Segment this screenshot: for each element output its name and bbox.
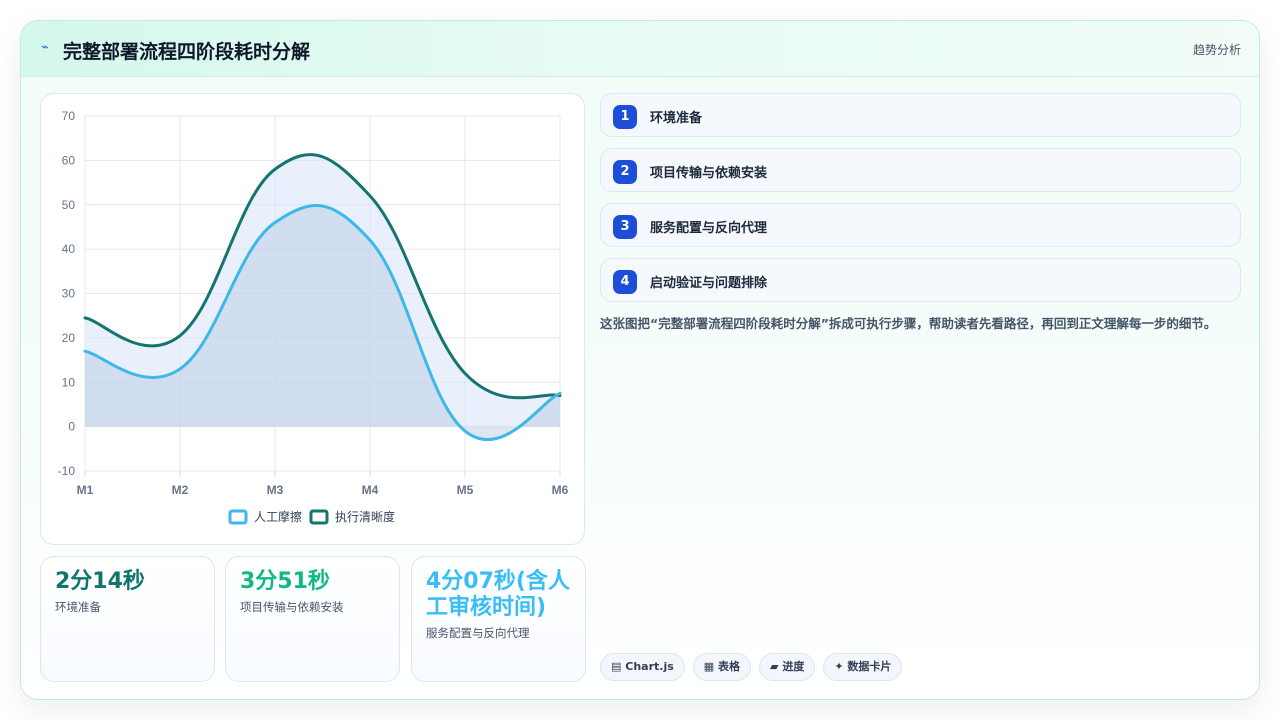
y-tick-label: -10 (58, 464, 76, 478)
x-tick-label: M5 (457, 483, 474, 497)
step-text: 环境准备 (650, 111, 703, 126)
table-icon: ▦ (703, 660, 715, 673)
card-header: ⌁ 完整部署流程四阶段耗时分解 趋势分析 (21, 21, 1259, 77)
main-card: ⌁ 完整部署流程四阶段耗时分解 趋势分析 -10 0 10 20 30 40 50 60 70 M… (20, 20, 1260, 700)
steps-list: 1 环境准备 2 项目传输与依赖安装 3 服务配置与反向代理 4 启动验证与问题… (600, 93, 1241, 313)
step-item[interactable]: 2 项目传输与依赖安装 (600, 148, 1241, 192)
step-text: 服务配置与反向代理 (650, 221, 768, 236)
y-tick-label: 10 (62, 375, 76, 389)
stat-card: 3分51秒 项目传输与依赖安装 (225, 556, 400, 682)
y-tick-label: 40 (62, 242, 76, 256)
step-item[interactable]: 3 服务配置与反向代理 (600, 203, 1241, 247)
stat-label: 项目传输与依赖安装 (240, 600, 344, 614)
step-item[interactable]: 1 环境准备 (600, 93, 1241, 137)
step-number: 3 (613, 215, 637, 239)
chart-panel: -10 0 10 20 30 40 50 60 70 M1 M2 M3 M4 M5 M6 人工摩擦 执行清晰度 (40, 93, 585, 545)
x-tick-label: M3 (267, 483, 284, 497)
legend-label: 人工摩擦 (254, 509, 302, 524)
chip-data-card[interactable]: ✦ 数据卡片 (823, 653, 903, 681)
step-text: 项目传输与依赖安装 (650, 166, 768, 181)
legend-swatch (228, 509, 248, 525)
x-tick-label: M2 (172, 483, 189, 497)
header-tag: 趋势分析 (1192, 43, 1241, 57)
chip-chartjs[interactable]: ▤ Chart.js (600, 653, 685, 681)
chip-label: 数据卡片 (847, 660, 892, 673)
y-tick-label: 20 (62, 331, 76, 345)
line-chart: -10 0 10 20 30 40 50 60 70 M1 M2 M3 M4 M5 M6 人工摩擦 执行清晰度 (58, 109, 569, 525)
chart-line-icon: ⌁ (41, 40, 49, 55)
stat-value: 4分07秒(含人工审核时间) (426, 569, 570, 620)
y-tick-label: 0 (68, 420, 75, 434)
page-title: 完整部署流程四阶段耗时分解 (63, 41, 311, 63)
y-tick-label: 60 (62, 153, 76, 167)
step-text: 启动验证与问题排除 (650, 276, 768, 291)
chip-table[interactable]: ▦ 表格 (692, 653, 752, 681)
chip-label: 表格 (718, 660, 741, 673)
card-icon: ✦ (834, 660, 844, 673)
chart-description: 这张图把“完整部署流程四阶段耗时分解”拆成可执行步骤，帮助读者先看路径，再回到正… (600, 316, 1217, 331)
y-tick-label: 50 (62, 198, 76, 212)
chip-list: ▤ Chart.js ▦ 表格 ▰ 进度 ✦ 数据卡片 (600, 653, 903, 681)
stat-card: 4分07秒(含人工审核时间) 服务配置与反向代理 (411, 556, 586, 682)
step-number: 1 (613, 105, 637, 129)
legend-label: 执行清晰度 (335, 509, 395, 524)
legend-swatch (309, 509, 329, 525)
chip-progress[interactable]: ▰ 进度 (759, 653, 816, 681)
x-tick-label: M4 (362, 483, 379, 497)
chart-icon: ▤ (611, 660, 622, 673)
chip-label: 进度 (782, 660, 805, 673)
stat-card: 2分14秒 环境准备 (40, 556, 215, 682)
chip-label: Chart.js (625, 660, 674, 673)
stat-label: 服务配置与反向代理 (426, 626, 530, 640)
stat-value: 3分51秒 (240, 569, 330, 594)
x-tick-label: M1 (77, 483, 94, 497)
step-number: 4 (613, 270, 637, 294)
step-item[interactable]: 4 启动验证与问题排除 (600, 258, 1241, 302)
stat-value: 2分14秒 (55, 569, 145, 594)
stat-label: 环境准备 (55, 600, 101, 614)
y-tick-label: 30 (62, 287, 76, 301)
step-number: 2 (613, 160, 637, 184)
progress-icon: ▰ (770, 660, 779, 673)
x-tick-label: M6 (552, 483, 569, 497)
y-tick-label: 70 (62, 109, 76, 123)
